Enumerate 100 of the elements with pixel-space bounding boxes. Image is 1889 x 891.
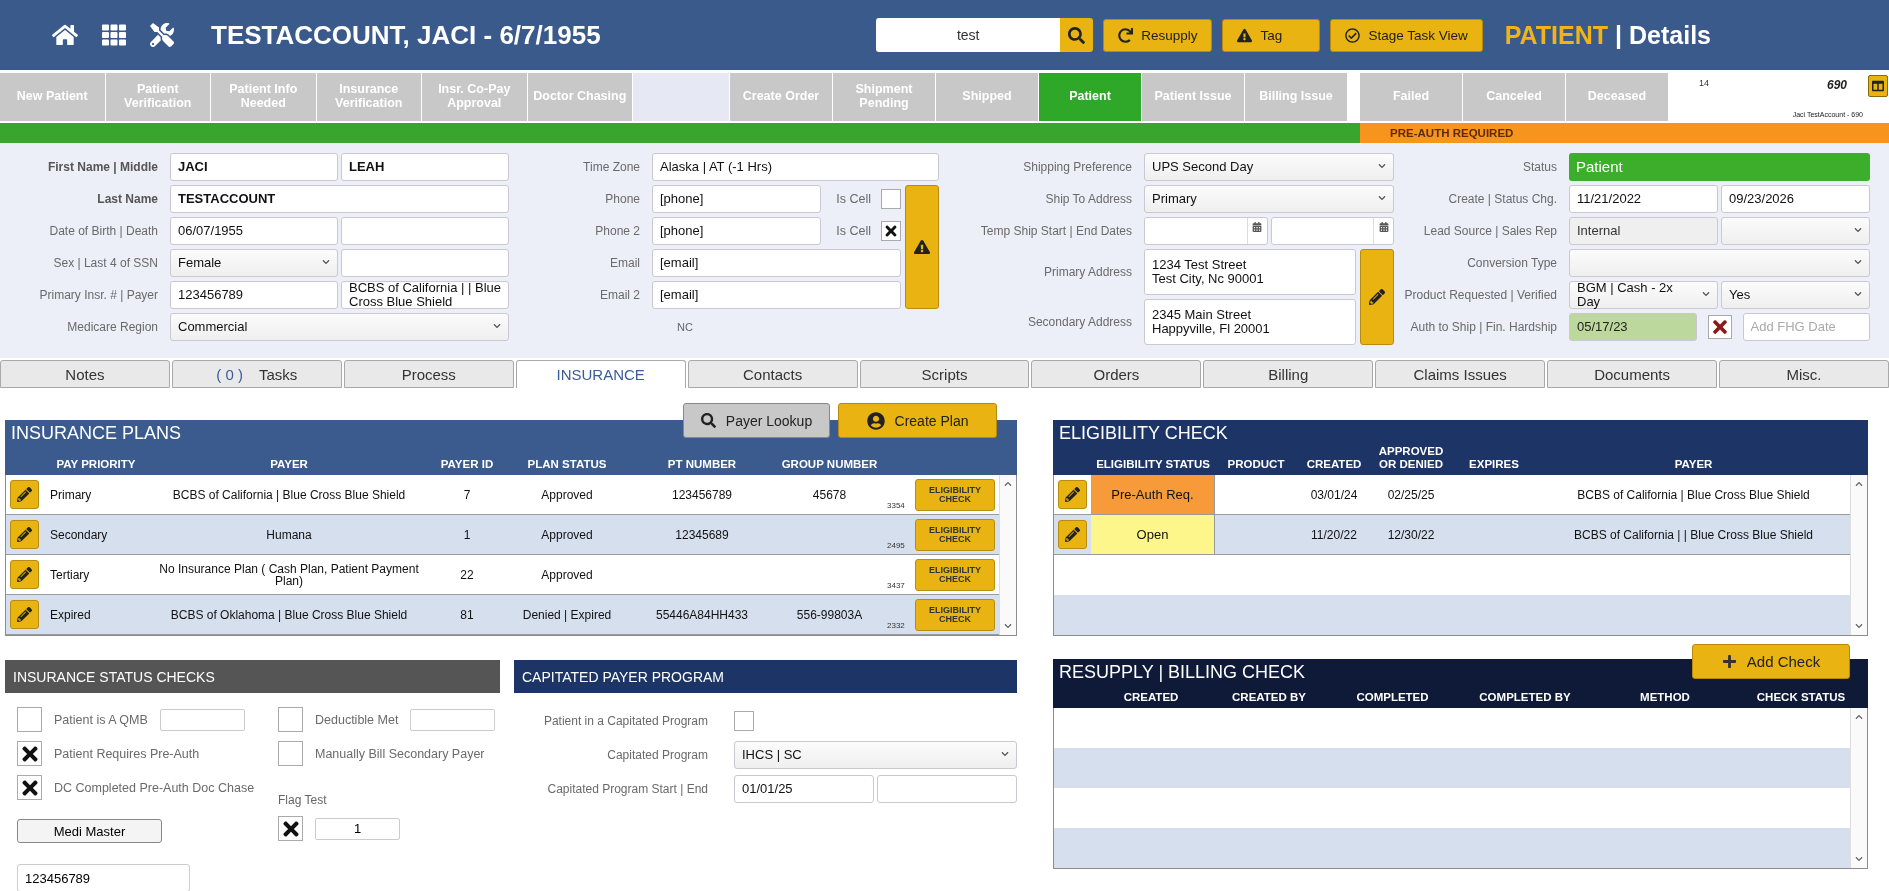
checkbox[interactable] [881,189,901,209]
text-field[interactable]: 06/07/1955 [170,217,338,245]
table-cell-text: 22 [459,568,475,581]
table-cell-text: 03/01/24 [1309,488,1359,501]
tab[interactable]: Orders [1031,360,1202,388]
field-label: Shipping Preference [1022,160,1132,174]
text-field[interactable] [341,217,509,245]
warning-button[interactable] [905,185,939,309]
action-button[interactable]: Resupply [1103,18,1213,52]
select-field[interactable]: UPS Second Day [1144,153,1394,181]
text-field[interactable] [341,249,509,277]
tools-icon[interactable] [150,23,174,47]
input-field[interactable] [159,708,245,731]
tab[interactable]: ( 0 ) Tasks [171,360,342,388]
address-field[interactable]: 2345 Main Street Happyville, Fl 20001 [1144,299,1356,345]
select-field[interactable]: Female [170,249,338,277]
text-field[interactable]: 01/01/25 [734,775,874,803]
edit-button[interactable] [10,600,39,629]
table-cell-text: 55446A84HH433 [654,608,750,621]
text-field[interactable]: BCBS of California | | Blue Cross Blue Shield [341,281,509,309]
date-field[interactable]: 05/17/23 [1569,313,1697,341]
text-field[interactable]: JACI [170,153,338,181]
tab[interactable]: Billing [1203,360,1374,388]
select-field[interactable] [1721,217,1870,245]
tab[interactable]: Contacts [687,360,858,388]
edit-button[interactable] [1058,520,1087,549]
checkbox[interactable] [881,221,901,241]
input-field[interactable]: 123456789 [17,864,190,891]
field-label: Email [609,256,640,270]
select-field[interactable]: Yes [1721,281,1870,309]
tab[interactable]: Process [343,360,514,388]
text-field[interactable]: 11/21/2022 [1569,185,1718,213]
search-field[interactable]: test [876,18,1061,52]
field-label: Auth to Ship | Fin. Hardship [1409,320,1557,334]
tab[interactable]: Claims Issues [1375,360,1546,388]
edit-button[interactable] [10,480,39,509]
eligibility-check-button[interactable]: ELIGIBILITY CHECK [915,598,995,631]
tab[interactable]: INSURANCE [515,360,686,388]
eligibility-check-button[interactable]: ELIGIBILITY CHECK [915,518,995,551]
text-field[interactable] [877,775,1017,803]
table-cell-text: 556-99803A [795,608,864,621]
select-field[interactable] [1569,249,1870,277]
edit-button[interactable] [1360,249,1394,345]
input-field[interactable]: 1 [315,817,400,840]
text-field[interactable]: [phone] [652,185,822,213]
edit-button[interactable] [10,520,39,549]
select-field[interactable]: IHCS | SC [734,741,1017,769]
medi-master-button[interactable]: Medi Master [17,819,162,843]
checkbox[interactable] [17,741,42,766]
checkbox[interactable] [734,711,754,731]
address-field[interactable]: 1234 Test Street Test City, Nc 90001 [1144,249,1356,295]
text-field[interactable]: [email] [652,249,901,277]
table-cell-text: Humana [265,528,313,541]
text-field[interactable]: [email] [652,281,901,309]
select-field[interactable]: Primary [1144,185,1394,213]
text-field[interactable]: 123456789 [170,281,338,309]
scrollbar[interactable] [1850,708,1867,868]
tab[interactable]: Notes [0,360,170,388]
checkbox[interactable] [17,707,42,732]
text-field[interactable]: 09/23/2026 [1721,185,1870,213]
checkbox[interactable] [278,741,303,766]
search-button[interactable] [1060,18,1094,52]
text-field[interactable]: [phone] [652,217,822,245]
select-field[interactable]: Commercial [170,313,509,341]
edit-button[interactable] [10,560,39,589]
grid-icon[interactable] [102,23,126,47]
checkbox[interactable] [17,775,42,800]
input-field[interactable] [410,708,496,731]
text-field[interactable]: Alaska | AT (-1 Hrs) [652,153,939,181]
date-field[interactable] [1144,217,1268,245]
text-field[interactable]: Internal [1569,217,1718,245]
row-code: 2495 [887,541,906,552]
tab[interactable]: Documents [1547,360,1718,388]
scrollbar[interactable] [1850,475,1867,635]
eligibility-check-button[interactable]: ELIGIBILITY CHECK [915,558,995,591]
checkbox[interactable] [278,707,303,732]
eligibility-status-cell: Pre-Auth Req. [1091,475,1215,514]
eligibility-check-button[interactable]: ELIGIBILITY CHECK [915,478,995,511]
select-field[interactable]: BGM | Cash - 2x Day [1569,281,1718,309]
checkbox[interactable] [278,816,303,841]
payer-lookup-button[interactable]: Payer Lookup [683,403,830,438]
layout-icon[interactable] [1868,75,1888,97]
add-check-button[interactable]: Add Check [1692,644,1850,679]
field-label: Medicare Region [66,320,158,334]
tab[interactable]: Misc. [1719,360,1889,388]
flag-checkbox[interactable] [1707,315,1732,339]
table-cell-text: BCBS of Oklahoma | Blue Cross Blue Shield [169,608,409,621]
edit-button[interactable] [1058,480,1087,509]
table-cell-text: BCBS of California | | Blue Cross Blue Shield [1573,528,1814,541]
tab[interactable]: Scripts [859,360,1030,388]
create-plan-button[interactable]: Create Plan [838,403,997,438]
column-header: COMPLETED BY [1479,690,1571,704]
date-field[interactable] [1270,217,1394,245]
text-field[interactable]: TESTACCOUNT [170,185,509,213]
text-field[interactable]: LEAH [341,153,509,181]
table-cell-text: Primary [49,488,93,501]
scrollbar[interactable] [999,475,1016,635]
home-icon[interactable] [52,22,78,48]
action-button[interactable]: Tag [1222,18,1321,52]
action-button[interactable]: Stage Task View [1330,18,1483,52]
